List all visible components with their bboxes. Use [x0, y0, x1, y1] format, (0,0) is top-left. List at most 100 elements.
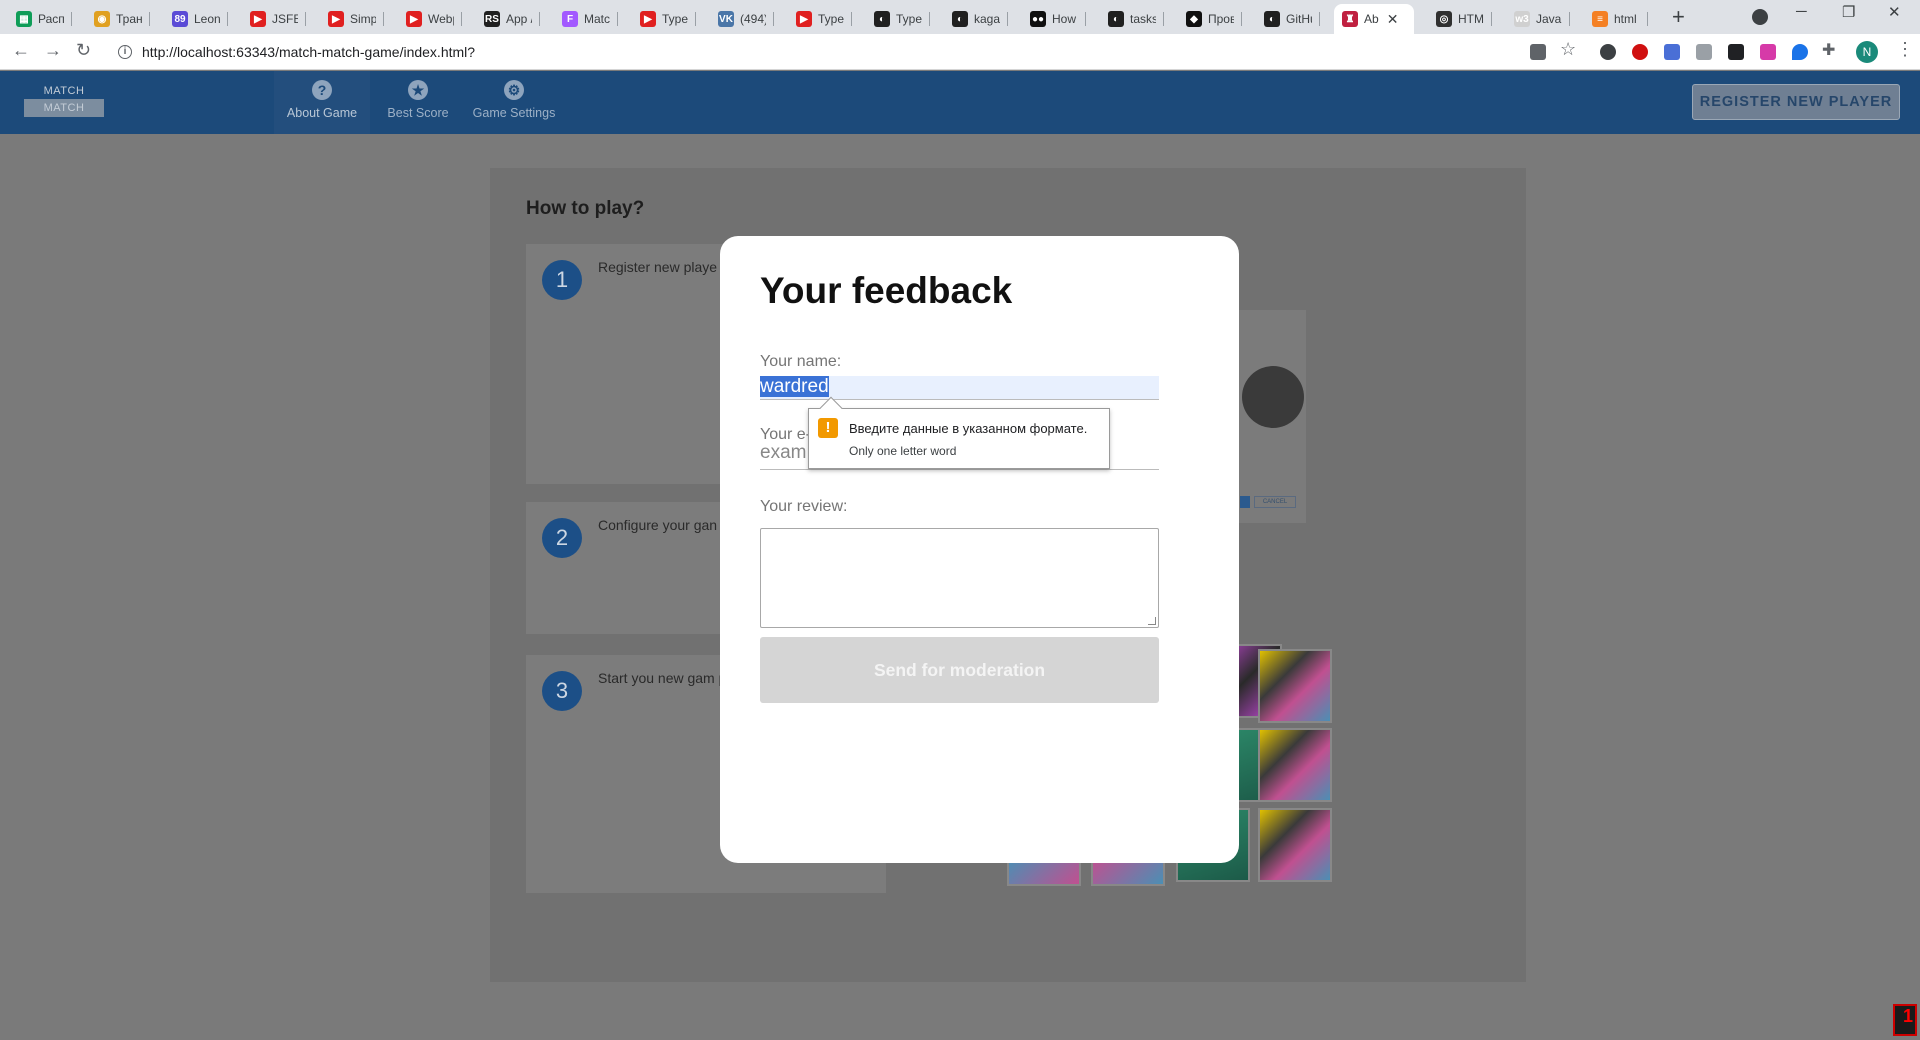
send-for-moderation-button[interactable]: Send for moderation — [760, 637, 1159, 703]
page-title: How to play? — [526, 198, 645, 219]
browser-menu-icon[interactable]: ⋮ — [1896, 39, 1914, 60]
browser-tab[interactable]: ♜ Ab ✕ — [1334, 4, 1414, 34]
feedback-modal: Your feedback Your name: wardred Your e-… — [720, 236, 1239, 863]
minimize-button[interactable]: ─ — [1796, 3, 1807, 20]
browser-tab[interactable]: ◆ Прове — [1178, 4, 1242, 34]
review-textarea[interactable] — [760, 528, 1159, 628]
tab-favicon-icon: ▶ — [250, 11, 266, 27]
validation-tooltip: ! Введите данные в указанном формате. On… — [808, 396, 1110, 469]
close-tab-icon[interactable]: ✕ — [1387, 11, 1399, 28]
tab-favicon-icon: ▶ — [328, 11, 344, 27]
nav-label: Best Score — [387, 106, 449, 120]
translate-icon[interactable] — [1530, 44, 1546, 60]
extension-icon[interactable] — [1600, 44, 1616, 60]
tab-title: JSFE20 — [272, 12, 298, 26]
url-text[interactable]: http://localhost:63343/match-match-game/… — [142, 44, 475, 60]
extension-icon[interactable] — [1696, 44, 1712, 60]
browser-tab[interactable]: ◉ Трансф — [86, 4, 150, 34]
browser-tab[interactable]: ▶ TypeSc — [632, 4, 696, 34]
tab-title: kagann — [974, 12, 1000, 26]
step-number: 1 — [542, 260, 582, 300]
tab-separator — [71, 12, 72, 26]
tab-favicon-icon: ◉ — [94, 11, 110, 27]
browser-tab[interactable]: ◎ HTML5 — [1428, 4, 1492, 34]
reload-icon[interactable]: ↻ — [76, 40, 91, 61]
name-field[interactable]: wardred — [760, 376, 1159, 400]
browser-tab[interactable]: ▶ TypeSc — [788, 4, 852, 34]
browser-tab[interactable]: ▶ Webpa — [398, 4, 462, 34]
question-icon: ? — [312, 80, 332, 100]
tab-separator — [1319, 12, 1320, 26]
browser-tab[interactable]: ◐ GitHub — [1256, 4, 1320, 34]
tab-separator — [1491, 12, 1492, 26]
tab-favicon-icon: ≡ — [1592, 11, 1608, 27]
tab-favicon-icon: VK — [718, 11, 734, 27]
tab-favicon-icon: ◎ — [1436, 11, 1452, 27]
tab-search-icon[interactable] — [1752, 9, 1768, 25]
address-bar[interactable]: i http://localhost:63343/match-match-gam… — [110, 38, 1570, 66]
browser-tab[interactable]: ▦ Распис — [8, 4, 72, 34]
email-placeholder: exam — [760, 442, 807, 463]
close-window-button[interactable]: ✕ — [1888, 3, 1901, 21]
tab-separator — [1569, 12, 1570, 26]
tab-title: Webpa — [428, 12, 454, 26]
tab-title: JavaSc — [1536, 12, 1562, 26]
game-card — [1258, 649, 1332, 723]
tab-title: Ab — [1364, 12, 1379, 26]
nav-about-game[interactable]: ? About Game — [274, 71, 370, 134]
browser-tab[interactable]: 89 Leonte — [164, 4, 228, 34]
game-card — [1258, 728, 1332, 802]
tab-title: Simple — [350, 12, 376, 26]
profile-avatar[interactable]: N — [1856, 41, 1878, 63]
browser-tab[interactable]: ≡ html - — [1584, 4, 1648, 34]
extension-icon[interactable] — [1792, 44, 1808, 60]
step-number: 2 — [542, 518, 582, 558]
resize-handle-icon[interactable] — [1148, 617, 1156, 625]
extension-icon[interactable] — [1728, 44, 1744, 60]
browser-tab[interactable]: ▶ Simple — [320, 4, 384, 34]
logo-line-2: MATCH — [24, 99, 104, 117]
browser-tab[interactable]: VK (494) Н — [710, 4, 774, 34]
browser-tab[interactable]: ◐ tasks/r — [1100, 4, 1164, 34]
browser-tab[interactable]: F Match- — [554, 4, 618, 34]
bookmark-star-icon[interactable]: ☆ — [1560, 39, 1576, 60]
tab-title: Трансф — [116, 12, 142, 26]
tab-favicon-icon: ◐ — [1108, 11, 1124, 27]
tab-title: How to — [1052, 12, 1078, 26]
tab-title: Распис — [38, 12, 64, 26]
logo-line-1: MATCH — [43, 85, 85, 97]
browser-tab[interactable]: ●● How to — [1022, 4, 1086, 34]
tab-separator — [773, 12, 774, 26]
browser-tab[interactable]: RS App / T — [476, 4, 540, 34]
nav-label: About Game — [286, 106, 358, 120]
extension-icon[interactable] — [1664, 44, 1680, 60]
browser-tab[interactable]: ▶ JSFE20 — [242, 4, 306, 34]
browser-tab[interactable]: ◐ TypeSc — [866, 4, 930, 34]
extensions-puzzle-icon[interactable]: ✚ — [1822, 40, 1835, 60]
browser-toolbar: ← → ↻ i http://localhost:63343/match-mat… — [0, 34, 1920, 70]
restore-button[interactable]: ❐ — [1842, 3, 1855, 21]
browser-tab[interactable]: w3 JavaSc — [1506, 4, 1570, 34]
tab-separator — [851, 12, 852, 26]
tab-title: TypeSc — [896, 12, 922, 26]
extension-icon[interactable] — [1760, 44, 1776, 60]
app-header: MATCH MATCH ? About Game ★ Best Score ⚙ … — [0, 71, 1920, 134]
back-arrow-icon[interactable]: ← — [12, 40, 30, 61]
forward-arrow-icon[interactable]: → — [44, 40, 62, 61]
tab-title: App / T — [506, 12, 532, 26]
nav-game-settings[interactable]: ⚙ Game Settings — [466, 71, 562, 134]
warning-icon: ! — [818, 418, 838, 438]
avatar-icon — [1242, 366, 1304, 428]
register-new-player-button[interactable]: REGISTER NEW PLAYER — [1692, 84, 1900, 120]
nav-best-score[interactable]: ★ Best Score — [370, 71, 466, 134]
name-label: Your name: — [760, 353, 842, 370]
tab-favicon-icon: ◐ — [874, 11, 890, 27]
review-label: Your review: — [760, 498, 848, 515]
new-tab-button[interactable]: + — [1672, 4, 1685, 30]
info-icon[interactable]: i — [118, 45, 132, 59]
page: MATCH MATCH ? About Game ★ Best Score ⚙ … — [0, 71, 1920, 1040]
tab-title: HTML5 — [1458, 12, 1484, 26]
browser-tab[interactable]: ◐ kagann — [944, 4, 1008, 34]
opera-extension-icon[interactable] — [1632, 44, 1648, 60]
app-logo[interactable]: MATCH MATCH — [24, 83, 104, 117]
